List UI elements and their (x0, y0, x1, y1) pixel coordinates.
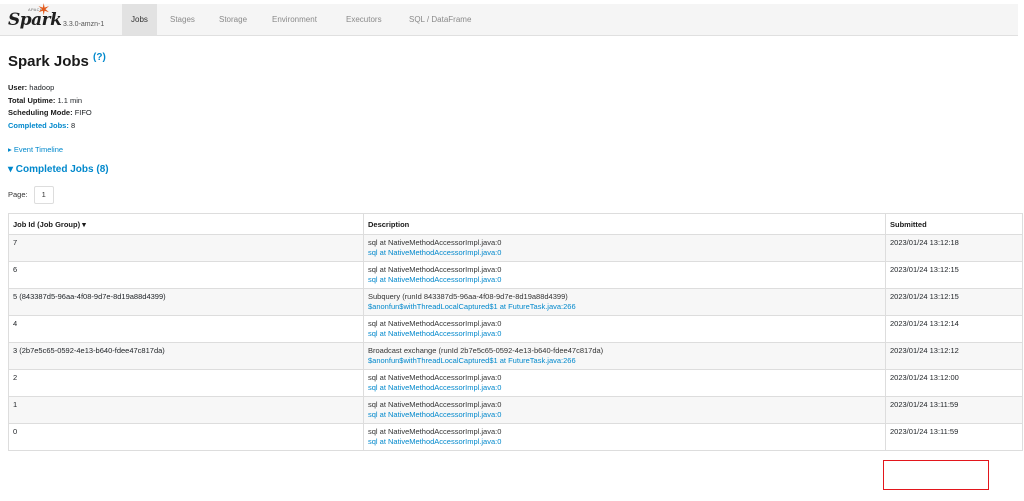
job-description: sql at NativeMethodAccessorImpl.java:0 (368, 373, 502, 382)
submitted-cell: 2023/01/24 13:12:00 (885, 369, 1023, 397)
table-row: 7 sql at NativeMethodAccessorImpl.java:0… (8, 234, 1023, 262)
header-submitted[interactable]: Submitted (885, 213, 1023, 235)
job-description-link[interactable]: $anonfun$withThreadLocalCaptured$1 at Fu… (368, 302, 881, 312)
submitted-time-highlighted: 2023/01/24 13:11:59 (890, 427, 959, 436)
table-row: 6 sql at NativeMethodAccessorImpl.java:0… (8, 261, 1023, 289)
job-description: sql at NativeMethodAccessorImpl.java:0 (368, 265, 502, 274)
header-description[interactable]: Description (363, 213, 886, 235)
summary-mode-value: FIFO (74, 108, 92, 117)
summary-scheduling-mode: Scheduling Mode: FIFO (8, 107, 92, 120)
job-id-cell: 4 (8, 315, 364, 343)
description-cell: sql at NativeMethodAccessorImpl.java:0 s… (363, 234, 886, 262)
job-description: Broadcast exchange (runId 2b7e5c65-0592-… (368, 346, 604, 355)
job-id-cell: 2 (8, 369, 364, 397)
table-row: 5 (843387d5-96aa-4f08-9d7e-8d19a88d4399)… (8, 288, 1023, 316)
job-description-link[interactable]: sql at NativeMethodAccessorImpl.java:0 (368, 248, 881, 258)
job-description-link[interactable]: sql at NativeMethodAccessorImpl.java:0 (368, 383, 881, 393)
spark-wordmark: Spark (8, 10, 62, 30)
job-id-cell: 3 (2b7e5c65-0592-4e13-b640-fdee47c817da) (8, 342, 364, 370)
submitted-cell: 2023/01/24 13:12:12 (885, 342, 1023, 370)
summary-user-value: hadoop (29, 83, 55, 92)
summary-completed-label[interactable]: Completed Jobs: (8, 121, 69, 130)
spark-logo[interactable]: APACHE ✶ Spark 3.3.0-amzn-1 (6, 3, 116, 36)
job-id-cell: 1 (8, 396, 364, 424)
tab-jobs[interactable]: Jobs (122, 4, 157, 35)
tab-environment[interactable]: Environment (263, 4, 326, 35)
job-description-link[interactable]: $anonfun$withThreadLocalCaptured$1 at Fu… (368, 356, 881, 366)
job-id-cell: 6 (8, 261, 364, 289)
pagination: Page: 1 (8, 186, 54, 204)
table-header-row: Job Id (Job Group) ▾ Description Submitt… (8, 213, 1023, 235)
job-description-link[interactable]: sql at NativeMethodAccessorImpl.java:0 (368, 329, 881, 339)
job-id-cell: 0 (8, 423, 364, 451)
summary-user-label: User: (8, 83, 28, 92)
page-title-text: Spark Jobs (8, 53, 89, 70)
job-id-cell: 5 (843387d5-96aa-4f08-9d7e-8d19a88d4399) (8, 288, 364, 316)
job-description-link[interactable]: sql at NativeMethodAccessorImpl.java:0 (368, 410, 881, 420)
summary-completed-value: 8 (70, 120, 76, 130)
help-link[interactable]: (?) (93, 52, 106, 63)
table-row: 2 sql at NativeMethodAccessorImpl.java:0… (8, 369, 1023, 397)
submitted-cell: 2023/01/24 13:12:18 (885, 234, 1023, 262)
job-description-link[interactable]: sql at NativeMethodAccessorImpl.java:0 (368, 437, 881, 447)
top-navbar: APACHE ✶ Spark 3.3.0-amzn-1 Jobs Stages … (0, 3, 1018, 36)
tab-sql-dataframe[interactable]: SQL / DataFrame (400, 4, 480, 35)
description-cell: sql at NativeMethodAccessorImpl.java:0 s… (363, 261, 886, 289)
table-row: 0 sql at NativeMethodAccessorImpl.java:0… (8, 423, 1023, 451)
completed-jobs-header[interactable]: ▾ Completed Jobs (8) (8, 164, 109, 175)
description-cell: sql at NativeMethodAccessorImpl.java:0 s… (363, 369, 886, 397)
summary-completed-jobs[interactable]: Completed Jobs: 8 (8, 120, 92, 133)
page-number-button[interactable]: 1 (33, 186, 54, 204)
job-description: sql at NativeMethodAccessorImpl.java:0 (368, 238, 502, 247)
completed-jobs-table: Job Id (Job Group) ▾ Description Submitt… (8, 213, 1023, 451)
submitted-cell: 2023/01/24 13:12:15 (885, 261, 1023, 289)
submitted-cell: 2023/01/24 13:11:59 (885, 396, 1023, 424)
description-cell: sql at NativeMethodAccessorImpl.java:0 s… (363, 423, 886, 451)
summary-uptime-value: 1.1 min (57, 95, 83, 105)
page-label: Page: (8, 189, 28, 199)
highlight-box (883, 460, 989, 490)
submitted-cell: 2023/01/24 13:12:15 (885, 288, 1023, 316)
tab-executors[interactable]: Executors (337, 4, 391, 35)
event-timeline-toggle[interactable]: ▸ Event Timeline (8, 145, 63, 154)
description-cell: Subquery (runId 843387d5-96aa-4f08-9d7e-… (363, 288, 886, 316)
table-row: 3 (2b7e5c65-0592-4e13-b640-fdee47c817da)… (8, 342, 1023, 370)
tab-stages[interactable]: Stages (161, 4, 204, 35)
tab-storage[interactable]: Storage (210, 4, 256, 35)
description-cell: sql at NativeMethodAccessorImpl.java:0 s… (363, 396, 886, 424)
submitted-cell: 2023/01/24 13:11:59 (885, 423, 1023, 451)
summary-uptime: Total Uptime: 1.1 min (8, 95, 92, 108)
spark-version: 3.3.0-amzn-1 (63, 21, 105, 28)
header-job-id[interactable]: Job Id (Job Group) ▾ (8, 213, 364, 235)
submitted-cell: 2023/01/24 13:12:14 (885, 315, 1023, 343)
job-id-cell: 7 (8, 234, 364, 262)
job-description: sql at NativeMethodAccessorImpl.java:0 (368, 319, 502, 328)
summary-mode-label: Scheduling Mode: (8, 108, 73, 117)
job-description-link[interactable]: sql at NativeMethodAccessorImpl.java:0 (368, 275, 881, 285)
job-description: sql at NativeMethodAccessorImpl.java:0 (368, 400, 502, 409)
summary-uptime-label: Total Uptime: (8, 95, 56, 105)
description-cell: sql at NativeMethodAccessorImpl.java:0 s… (363, 315, 886, 343)
job-summary: User: hadoop Total Uptime: 1.1 min Sched… (8, 82, 92, 132)
table-row: 1 sql at NativeMethodAccessorImpl.java:0… (8, 396, 1023, 424)
job-description: sql at NativeMethodAccessorImpl.java:0 (368, 427, 502, 436)
summary-user: User: hadoop (8, 82, 92, 95)
page-title: Spark Jobs (?) (8, 52, 106, 70)
job-description: Subquery (runId 843387d5-96aa-4f08-9d7e-… (368, 292, 568, 301)
table-row: 4 sql at NativeMethodAccessorImpl.java:0… (8, 315, 1023, 343)
description-cell: Broadcast exchange (runId 2b7e5c65-0592-… (363, 342, 886, 370)
